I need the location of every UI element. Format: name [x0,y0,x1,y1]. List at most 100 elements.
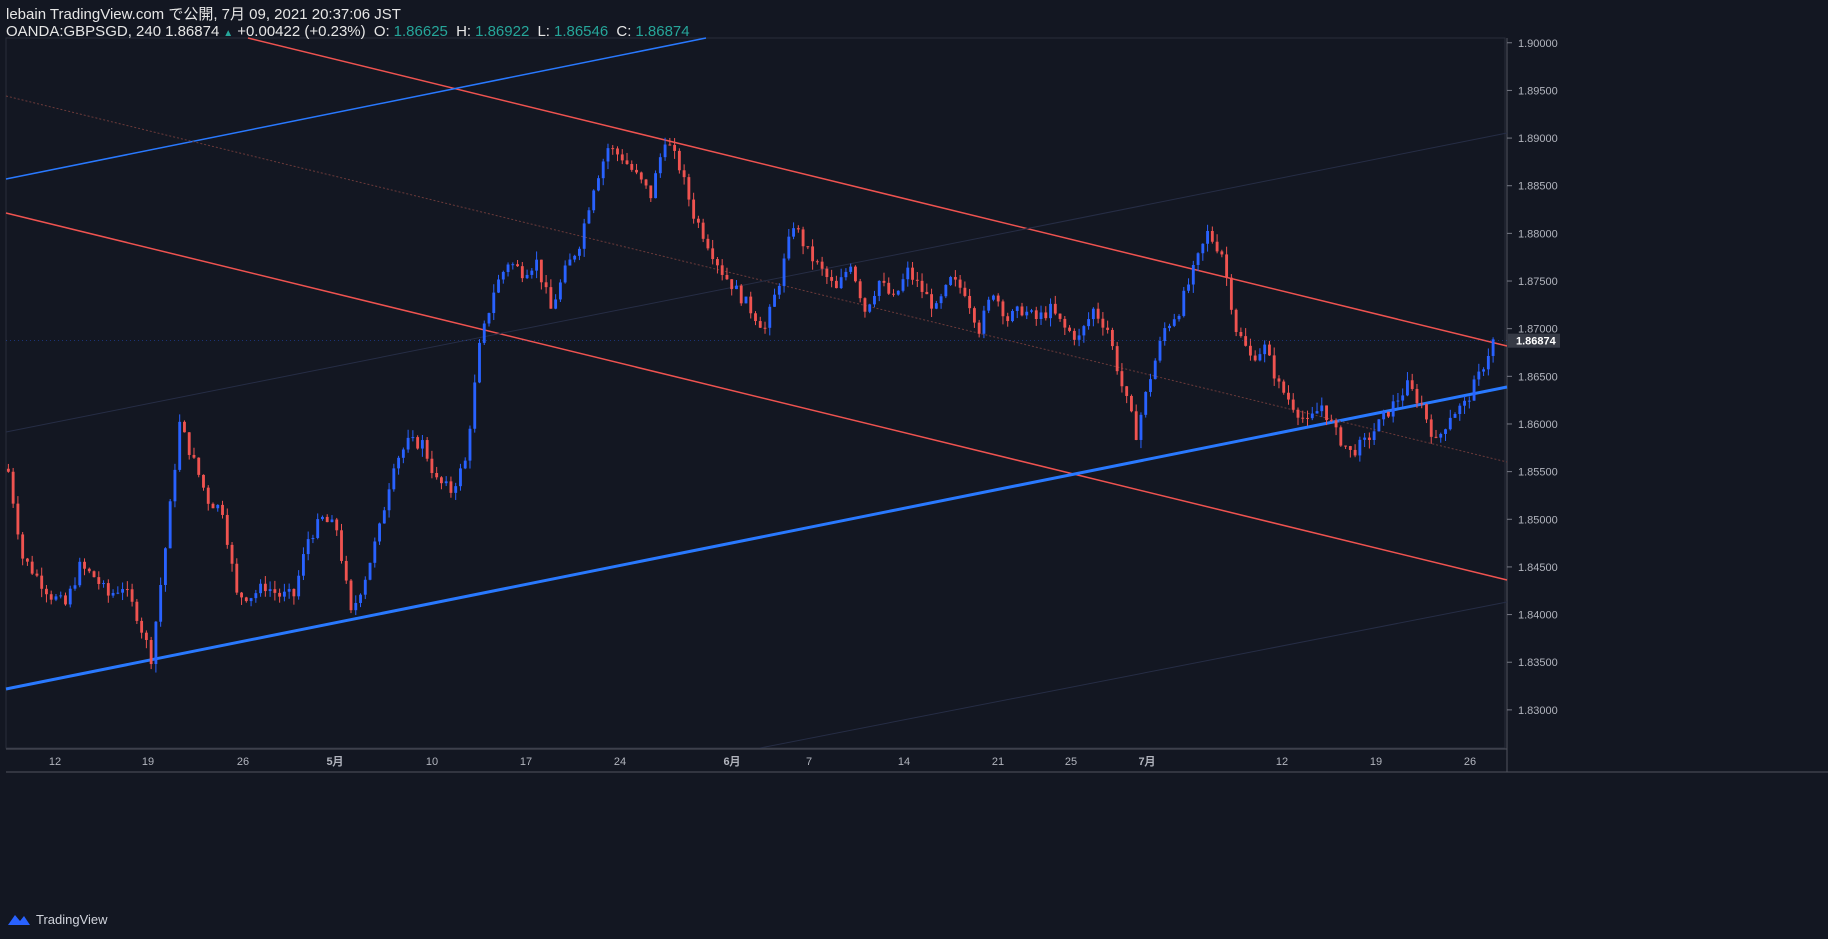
candle-body [677,150,681,171]
candle-body [135,601,139,621]
candle-body [635,169,638,173]
candle-body [1444,429,1447,434]
candle-body [663,144,667,158]
candle-body [211,503,215,509]
candle-body [59,595,63,597]
candle-body [163,548,167,585]
candle-body [1477,371,1481,380]
candle-body [1301,417,1305,419]
candle-body [568,259,572,266]
candle-body [492,292,496,314]
candle-body [1258,354,1262,361]
candle-body [1001,301,1005,317]
x-tick-label: 25 [1065,756,1077,768]
candle-body [1415,388,1419,404]
candle-body [644,179,648,186]
candle-body [563,265,567,283]
footer-brand[interactable]: TradingView [36,912,108,927]
candle-body [601,161,605,179]
candle-body [863,298,867,312]
candle-body [1344,445,1348,447]
candle-body [1348,446,1352,450]
x-tick-label: 24 [614,756,626,768]
candle-body [116,592,120,594]
mid-red-dotted-line [5,95,1508,463]
candle-body [1082,326,1086,336]
candle-body [711,248,715,260]
x-tick-label: 14 [898,756,910,768]
candle-body [11,471,15,504]
candle-body [1091,308,1095,320]
candle-body [130,589,134,602]
y-tick-label: 1.85500 [1518,467,1558,479]
candle-body [1353,449,1357,456]
x-tick-label: 7 [806,756,812,768]
candle-body [1134,411,1138,440]
candle-body [1472,379,1476,401]
candle-body [1153,360,1157,380]
candle-body [639,172,643,180]
candle-body [787,236,791,259]
candle-body [1163,328,1167,341]
candle-body [1448,417,1452,430]
low-value: 1.86546 [553,23,609,40]
candle-body [459,468,462,487]
candle-body [282,591,286,597]
candle-body [1429,419,1433,437]
y-tick-label: 1.86000 [1518,419,1558,431]
tradingview-logo-icon[interactable] [6,911,32,927]
candle-body [487,313,491,324]
candle-body [87,568,91,572]
candle-body [692,199,696,219]
candle-body [763,327,767,329]
candle-body [749,296,753,314]
trend-lines [5,37,1508,749]
candle-body [1263,344,1267,355]
candle-body [173,469,177,502]
candle-body [1149,379,1152,392]
candle-body [1210,230,1214,242]
candle-body [311,537,315,540]
candle-body [577,248,581,256]
candle-body [1115,346,1119,372]
candle-body [359,594,362,603]
candle-body [178,421,182,470]
candle-body [392,468,396,490]
x-tick-label: 7月 [1138,755,1155,768]
candle-body [1325,405,1328,421]
candle-body [49,594,53,600]
candle-body [1034,310,1038,320]
candle-body [906,267,910,280]
candle-body [934,303,938,309]
candle-body [834,280,838,289]
candle-body [1110,329,1114,347]
candle-body [1358,439,1362,456]
candle-body [1068,327,1072,331]
candle-body [1272,355,1276,379]
x-tick-label: 19 [142,756,154,768]
candle-body [106,583,110,596]
close-value: 1.86874 [635,23,690,40]
candle-body [696,218,700,223]
candle-body [439,477,443,484]
candle-body [716,259,719,266]
candle-body [244,597,248,602]
candle-body [920,280,924,292]
candle-body [202,474,205,488]
candle-body [235,563,239,593]
candle-body [1106,327,1110,330]
y-tick-label: 1.89500 [1518,85,1558,97]
candle-body [658,157,662,174]
candle-body [444,481,448,484]
candle-body [968,295,972,309]
candle-body [344,560,348,581]
candle-body [25,558,29,562]
price-chart[interactable]: 1.90000 1.89500 1.89000 1.88500 1.88000 1.875… [0,0,1828,939]
candle-body [1101,318,1105,328]
candle-body [278,592,282,597]
candle-body [744,296,748,304]
plot-frame [5,37,1506,749]
x-tick-label: 12 [49,756,61,768]
candle-body [682,170,686,178]
candle-body [64,595,67,605]
